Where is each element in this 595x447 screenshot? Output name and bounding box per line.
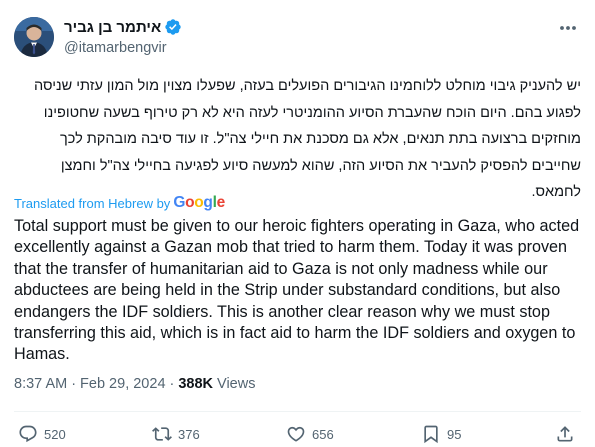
google-logo: Google xyxy=(173,194,225,211)
share-button[interactable] xyxy=(555,424,575,444)
avatar[interactable] xyxy=(14,17,54,57)
reply-count: 520 xyxy=(44,426,66,442)
verified-badge-icon xyxy=(164,18,182,36)
tweet-metadata: 8:37 AM · Feb 29, 2024 · 388K Views xyxy=(14,376,255,392)
author-display-name[interactable]: איתמר בן גביר xyxy=(64,19,161,36)
views-label: Views xyxy=(217,376,256,392)
author-handle[interactable]: @itamarbengvir xyxy=(64,40,167,56)
reply-button[interactable]: 520 xyxy=(18,424,66,444)
bookmark-icon xyxy=(424,425,438,444)
repost-count: 376 xyxy=(178,426,200,442)
tweet-card: איתמר בן גביר @itamarbengvir יש להעניק ג… xyxy=(0,0,595,447)
tweet-date[interactable]: Feb 29, 2024 xyxy=(80,376,165,392)
heart-icon xyxy=(287,426,305,442)
translated-from-label[interactable]: Translated from Hebrew by xyxy=(14,196,170,211)
bookmark-count: 95 xyxy=(447,426,462,442)
translation-attribution: Translated from Hebrew by Google xyxy=(14,194,225,212)
divider xyxy=(14,411,581,412)
more-horizontal-icon[interactable] xyxy=(556,18,580,38)
tweet-time[interactable]: 8:37 AM xyxy=(14,376,67,392)
author-name-row: איתמר בן גביר xyxy=(64,18,182,36)
meta-separator: · xyxy=(169,376,175,392)
views-count: 388K xyxy=(178,376,214,392)
meta-separator: · xyxy=(71,376,77,392)
share-icon xyxy=(557,426,573,442)
bookmark-button[interactable]: 95 xyxy=(421,424,461,444)
repost-button[interactable]: 376 xyxy=(152,424,200,444)
like-count: 656 xyxy=(312,426,334,442)
like-button[interactable]: 656 xyxy=(286,424,334,444)
tweet-translated-text: Total support must be given to our heroi… xyxy=(14,217,580,364)
repost-icon xyxy=(152,427,172,441)
tweet-actions: 520 376 656 95 xyxy=(0,420,595,447)
tweet-original-text: יש להעניק גיבוי מוחלט ללוחמינו הגיבורים … xyxy=(33,78,581,200)
avatar-image xyxy=(14,17,54,57)
reply-icon xyxy=(19,425,37,443)
